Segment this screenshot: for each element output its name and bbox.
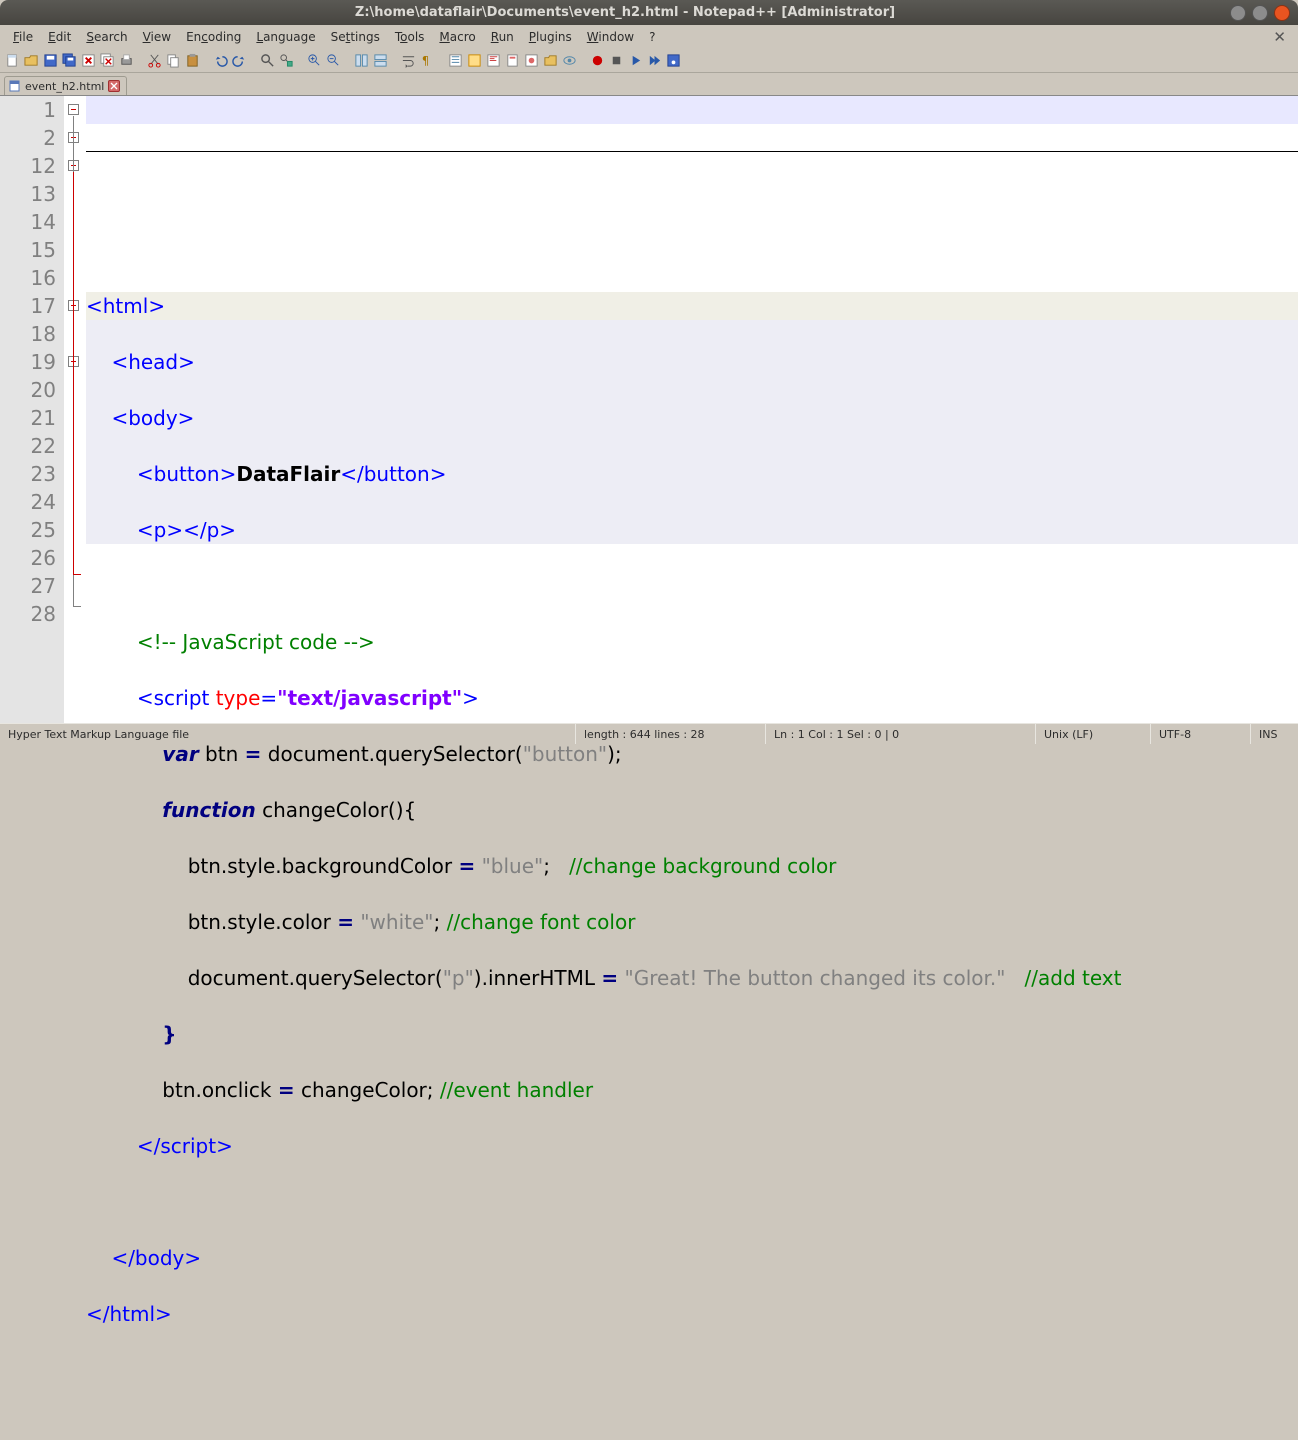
- new-file-icon[interactable]: [3, 52, 21, 70]
- menu-bar: File Edit Search View Encoding Language …: [0, 25, 1298, 49]
- save-icon[interactable]: [41, 52, 59, 70]
- zoom-in-icon[interactable]: [305, 52, 323, 70]
- undo-icon[interactable]: [211, 52, 229, 70]
- function-list-icon[interactable]: [522, 52, 540, 70]
- doc-map-icon[interactable]: [484, 52, 502, 70]
- menu-help[interactable]: ?: [642, 27, 662, 47]
- menu-run[interactable]: Run: [484, 27, 521, 47]
- close-file-icon[interactable]: [79, 52, 97, 70]
- close-x-icon[interactable]: ✕: [1273, 28, 1292, 46]
- file-tab[interactable]: event_h2.html: [4, 76, 127, 95]
- tab-close-icon[interactable]: [108, 80, 120, 92]
- wordwrap-icon[interactable]: [399, 52, 417, 70]
- sync-v-icon[interactable]: [352, 52, 370, 70]
- menu-file[interactable]: File: [6, 27, 40, 47]
- menu-window[interactable]: Window: [580, 27, 641, 47]
- cut-icon[interactable]: [145, 52, 163, 70]
- window-title: Z:\home\dataflair\Documents\event_h2.htm…: [20, 5, 1230, 20]
- zoom-out-icon[interactable]: [324, 52, 342, 70]
- save-macro-icon[interactable]: [664, 52, 682, 70]
- menu-macro[interactable]: Macro: [432, 27, 482, 47]
- save-all-icon[interactable]: [60, 52, 78, 70]
- menu-edit[interactable]: Edit: [41, 27, 78, 47]
- close-all-icon[interactable]: [98, 52, 116, 70]
- find-icon[interactable]: [258, 52, 276, 70]
- toolbar: ¶: [0, 49, 1298, 73]
- menu-settings[interactable]: Settings: [324, 27, 387, 47]
- close-icon[interactable]: [1274, 5, 1290, 21]
- menu-search[interactable]: Search: [79, 27, 134, 47]
- menu-encoding[interactable]: Encoding: [179, 27, 248, 47]
- menu-tools[interactable]: Tools: [388, 27, 432, 47]
- redo-icon[interactable]: [230, 52, 248, 70]
- menu-language[interactable]: Language: [249, 27, 322, 47]
- fold-margin[interactable]: [64, 96, 86, 723]
- indent-guide-icon[interactable]: [446, 52, 464, 70]
- svg-text:¶: ¶: [421, 54, 428, 67]
- doc-list-icon[interactable]: [503, 52, 521, 70]
- paste-icon[interactable]: [183, 52, 201, 70]
- tab-label: event_h2.html: [25, 80, 104, 93]
- monitoring-icon[interactable]: [560, 52, 578, 70]
- menu-plugins[interactable]: Plugins: [522, 27, 579, 47]
- show-all-chars-icon[interactable]: ¶: [418, 52, 436, 70]
- open-file-icon[interactable]: [22, 52, 40, 70]
- record-macro-icon[interactable]: [588, 52, 606, 70]
- print-icon[interactable]: [117, 52, 135, 70]
- menu-view[interactable]: View: [136, 27, 178, 47]
- user-lang-icon[interactable]: [465, 52, 483, 70]
- minimize-icon[interactable]: [1230, 5, 1246, 21]
- file-icon: [9, 80, 21, 92]
- folder-workspace-icon[interactable]: [541, 52, 559, 70]
- sync-h-icon[interactable]: [371, 52, 389, 70]
- play-multi-icon[interactable]: [645, 52, 663, 70]
- maximize-icon[interactable]: [1252, 5, 1268, 21]
- stop-macro-icon[interactable]: [607, 52, 625, 70]
- replace-icon[interactable]: [277, 52, 295, 70]
- tab-strip: event_h2.html: [0, 73, 1298, 95]
- title-bar: Z:\home\dataflair\Documents\event_h2.htm…: [0, 0, 1298, 25]
- play-macro-icon[interactable]: [626, 52, 644, 70]
- code-editor[interactable]: 1212 131415 161718 192021 222324 252627 …: [0, 95, 1298, 723]
- line-number-gutter: 1212 131415 161718 192021 222324 252627 …: [0, 96, 64, 723]
- copy-icon[interactable]: [164, 52, 182, 70]
